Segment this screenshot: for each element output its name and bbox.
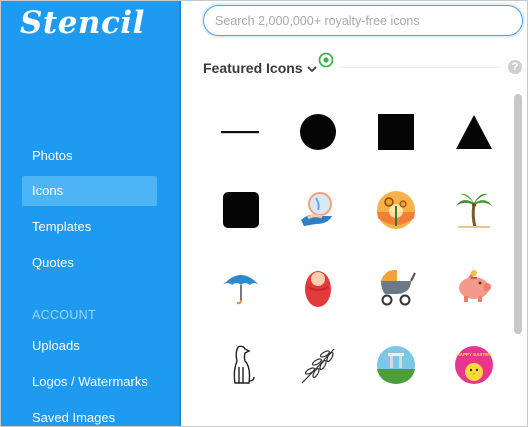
filled-triangle-icon[interactable] [439, 95, 509, 169]
hand-with-globe-icon[interactable] [283, 173, 353, 247]
sidebar-item-logos-watermarks[interactable]: Logos / Watermarks [22, 367, 157, 397]
sidebar: Stencil Photos Icons Templates Quotes AC… [1, 1, 181, 426]
sidebar-item-quotes[interactable]: Quotes [22, 248, 157, 278]
horizontal-line-icon[interactable] [206, 95, 276, 169]
piggy-bank-icon[interactable] [439, 250, 509, 324]
section-divider [340, 67, 500, 68]
scrollbar-thumb[interactable] [514, 94, 522, 334]
rounded-square-icon[interactable] [206, 173, 276, 247]
search-input[interactable] [204, 6, 522, 35]
sidebar-item-templates[interactable]: Templates [22, 212, 157, 242]
account-heading: ACCOUNT [32, 308, 96, 322]
target-icon [318, 52, 334, 68]
icon-grid: HAPPY EASTER [203, 95, 503, 425]
sidebar-item-photos[interactable]: Photos [22, 141, 157, 171]
sidebar-item-saved-images[interactable]: Saved Images [22, 403, 157, 427]
stencil-logo[interactable]: Stencil [20, 5, 145, 41]
palm-tree-icon[interactable] [439, 173, 509, 247]
sidebar-item-icons[interactable]: Icons [22, 176, 157, 206]
filled-circle-icon[interactable] [283, 95, 353, 169]
umbrella-icon[interactable] [206, 250, 276, 324]
landscape-circle-icon[interactable] [361, 328, 431, 402]
search-box [203, 5, 523, 36]
filled-square-icon[interactable] [361, 95, 431, 169]
chevron-down-icon[interactable] [307, 66, 317, 73]
help-icon[interactable]: ? [508, 60, 522, 74]
baby-stroller-icon[interactable] [361, 250, 431, 324]
baby-swaddle-icon[interactable] [283, 250, 353, 324]
sidebar-item-uploads[interactable]: Uploads [22, 331, 157, 361]
dog-sitting-icon[interactable] [206, 328, 276, 402]
featured-icons-dropdown[interactable]: Featured Icons [203, 60, 303, 76]
sunset-sunflower-icon[interactable] [361, 173, 431, 247]
easter-badge-text: HAPPY EASTER [457, 352, 493, 357]
easter-chick-badge-icon[interactable]: HAPPY EASTER [439, 328, 509, 402]
olive-branch-icon[interactable] [283, 328, 353, 402]
